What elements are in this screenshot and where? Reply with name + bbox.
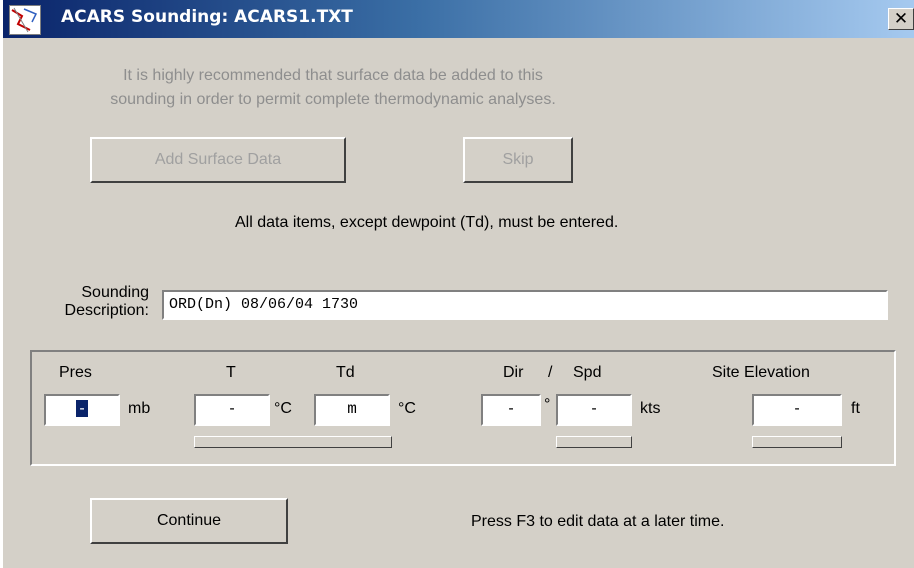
sounding-description-input[interactable]: ORD(Dn) 08/06/04 1730 [162, 290, 888, 320]
td-input[interactable]: m [314, 394, 390, 426]
spd-input[interactable]: - [556, 394, 632, 426]
close-button[interactable]: ✕ [888, 8, 914, 30]
description-label-line-2: Description: [64, 302, 149, 319]
pres-label: Pres [59, 364, 92, 381]
site-elevation-label: Site Elevation [712, 364, 810, 381]
pres-input[interactable]: - [44, 394, 120, 426]
dir-input[interactable]: - [481, 394, 541, 426]
edit-later-note: Press F3 to edit data at a later time. [471, 513, 725, 530]
acars-map-icon [9, 5, 41, 35]
temperature-slider[interactable] [194, 436, 392, 448]
acars-sounding-dialog: ACARS Sounding: ACARS1.TXT ✕ It is highl… [0, 0, 914, 568]
sounding-description-label: Sounding Description: [47, 284, 149, 320]
dir-label: Dir [503, 364, 524, 381]
td-label: Td [336, 364, 355, 381]
dir-spd-separator: / [548, 364, 553, 381]
wind-slider[interactable] [556, 436, 632, 448]
pres-value: - [76, 400, 88, 417]
t-input[interactable]: - [194, 394, 270, 426]
spd-unit: kts [640, 400, 661, 417]
notice-line-2: sounding in order to permit complete the… [110, 91, 556, 108]
window-title: ACARS Sounding: ACARS1.TXT [61, 7, 353, 27]
t-label: T [226, 364, 236, 381]
site-elevation-unit: ft [851, 400, 860, 417]
site-elevation-input[interactable]: - [752, 394, 842, 426]
description-label-line-1: Sounding [81, 284, 149, 301]
continue-button[interactable]: Continue [90, 498, 288, 544]
dir-unit: ° [544, 396, 551, 413]
td-unit: °C [398, 400, 416, 417]
required-fields-note: All data items, except dewpoint (Td), mu… [235, 214, 619, 231]
t-unit: °C [274, 400, 292, 417]
add-surface-data-button[interactable]: Add Surface Data [90, 137, 346, 183]
surface-data-recommendation: It is highly recommended that surface da… [43, 64, 623, 112]
title-bar[interactable]: ACARS Sounding: ACARS1.TXT ✕ [3, 0, 914, 38]
skip-button[interactable]: Skip [463, 137, 573, 183]
elevation-slider[interactable] [752, 436, 842, 448]
notice-line-1: It is highly recommended that surface da… [123, 67, 543, 84]
spd-label: Spd [573, 364, 602, 381]
pres-unit: mb [128, 400, 151, 417]
